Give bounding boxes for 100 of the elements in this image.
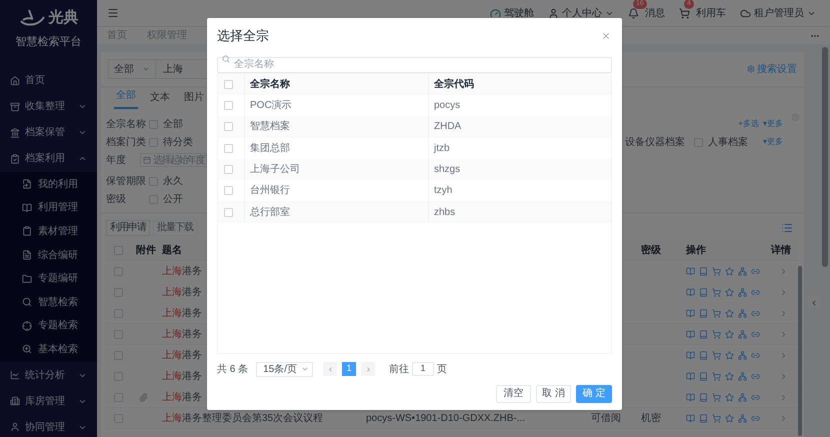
header-link[interactable]: 驾驶舱	[504, 6, 534, 20]
link-icon[interactable]	[751, 308, 760, 318]
submenu-item[interactable]: 专题检索	[0, 314, 97, 338]
table-row[interactable]: 智慧档案 ZHDA	[218, 116, 611, 138]
submenu-item[interactable]: 综合编研	[0, 243, 97, 267]
submenu-item[interactable]: 专题编研	[0, 266, 97, 290]
book-open-icon[interactable]	[686, 308, 695, 318]
submenu-item[interactable]: 利用管理	[0, 196, 97, 220]
book-icon[interactable]	[699, 392, 708, 402]
book-open-icon[interactable]	[686, 392, 695, 402]
submenu-item[interactable]: 基本检索	[0, 338, 97, 362]
cart-icon[interactable]	[712, 288, 721, 296]
submenu-item[interactable]: 智慧检索	[0, 290, 97, 314]
chevron-right-icon[interactable]	[779, 372, 788, 380]
header-link[interactable]: 个人中心	[562, 6, 602, 20]
content-tab[interactable]: 全部	[114, 88, 138, 109]
cart-icon[interactable]	[712, 372, 721, 380]
star-icon[interactable]	[725, 288, 734, 296]
page-button[interactable]: 1	[342, 362, 356, 376]
cloud-icon[interactable]	[740, 8, 751, 18]
book-icon[interactable]	[699, 350, 708, 360]
star-icon[interactable]	[725, 330, 734, 338]
next-page-button[interactable]	[361, 362, 376, 376]
chevron-right-icon[interactable]	[779, 350, 788, 360]
cart-icon[interactable]	[712, 414, 721, 422]
link-icon[interactable]	[751, 266, 760, 276]
hierarchy-icon[interactable]	[738, 350, 747, 360]
book-icon[interactable]	[699, 288, 708, 296]
title-cell[interactable]: 上海港务	[162, 390, 202, 404]
header-link[interactable]: 租户管理员	[754, 6, 804, 20]
gauge-icon[interactable]	[490, 8, 501, 18]
star-icon[interactable]	[725, 308, 734, 318]
book-open-icon[interactable]	[686, 330, 695, 338]
cart-icon[interactable]	[712, 392, 721, 402]
content-tab[interactable]: 图片	[182, 90, 206, 109]
chevron-right-icon[interactable]	[779, 330, 788, 338]
book-icon[interactable]	[699, 372, 708, 380]
cart-icon[interactable]	[712, 350, 721, 360]
checkbox[interactable]	[224, 186, 233, 196]
cart-icon[interactable]	[712, 266, 721, 276]
chevron-right-icon[interactable]	[779, 288, 788, 296]
cart-icon[interactable]	[679, 8, 690, 18]
filter-link[interactable]: +多选	[738, 118, 759, 130]
title-cell[interactable]: 上海港务	[162, 306, 202, 320]
search-settings-link[interactable]: 搜索设置	[747, 62, 797, 76]
book-icon[interactable]	[699, 308, 708, 318]
action-button[interactable]: 利用申请	[106, 220, 150, 236]
link-icon[interactable]	[751, 288, 760, 296]
dialog-button[interactable]: 取 消	[536, 385, 571, 403]
star-icon[interactable]	[725, 266, 734, 276]
link-icon[interactable]	[751, 330, 760, 338]
book-open-icon[interactable]	[686, 288, 695, 296]
checkbox[interactable]	[224, 101, 233, 110]
book-open-icon[interactable]	[686, 266, 695, 276]
hierarchy-icon[interactable]	[738, 266, 747, 276]
scope-select[interactable]: 全部	[108, 59, 156, 79]
book-icon[interactable]	[699, 414, 708, 422]
menu-item[interactable]: 统计分析	[0, 362, 97, 388]
hierarchy-icon[interactable]	[738, 308, 747, 318]
cart-icon[interactable]	[712, 330, 721, 338]
menu-item[interactable]: 首页	[0, 68, 97, 94]
chevron-right-icon[interactable]	[779, 392, 788, 402]
book-open-icon[interactable]	[686, 350, 695, 360]
bell-icon[interactable]	[628, 8, 639, 18]
menu-item[interactable]: 库房管理	[0, 388, 97, 414]
dialog-button[interactable]: 确 定	[576, 385, 612, 403]
hierarchy-icon[interactable]	[738, 414, 747, 422]
link-icon[interactable]	[751, 414, 760, 422]
menu-item[interactable]: 档案利用	[0, 146, 97, 172]
star-icon[interactable]	[725, 372, 734, 380]
checkbox[interactable]	[224, 165, 233, 174]
hierarchy-icon[interactable]	[738, 372, 747, 380]
filter-link[interactable]: ▾更多	[763, 136, 783, 148]
page-number-field[interactable]: 1	[412, 362, 434, 376]
hierarchy-icon[interactable]	[738, 288, 747, 296]
submenu-item[interactable]: 素材管理	[0, 220, 97, 244]
person-icon[interactable]	[548, 8, 559, 18]
chevron-right-icon[interactable]	[779, 266, 788, 276]
prev-page-button[interactable]	[323, 362, 338, 376]
title-cell[interactable]: 上海港务	[162, 284, 202, 300]
header-link[interactable]: 消息	[645, 6, 665, 20]
chevron-right-icon[interactable]	[779, 414, 788, 422]
title-cell[interactable]: 上海港务整理委员会第35次会议议程	[162, 410, 324, 426]
content-tab[interactable]: 文本	[148, 90, 172, 109]
book-icon[interactable]	[699, 266, 708, 276]
star-icon[interactable]	[725, 350, 734, 360]
star-icon[interactable]	[725, 414, 734, 422]
menu-item[interactable]: 收集整理	[0, 94, 97, 120]
table-row[interactable]: 总行部室 zhbs	[218, 201, 611, 223]
link-icon[interactable]	[751, 350, 760, 360]
table-row[interactable]: 集团总部 jtzb	[218, 138, 611, 159]
checkbox[interactable]	[224, 80, 233, 89]
checkbox[interactable]	[224, 208, 233, 217]
checkbox[interactable]	[224, 122, 233, 132]
checkbox[interactable]	[224, 144, 233, 153]
book-open-icon[interactable]	[686, 414, 695, 422]
menu-icon[interactable]	[107, 7, 119, 19]
title-cell[interactable]: 上海港务	[162, 348, 202, 362]
book-icon[interactable]	[699, 330, 708, 338]
hierarchy-icon[interactable]	[738, 330, 747, 338]
